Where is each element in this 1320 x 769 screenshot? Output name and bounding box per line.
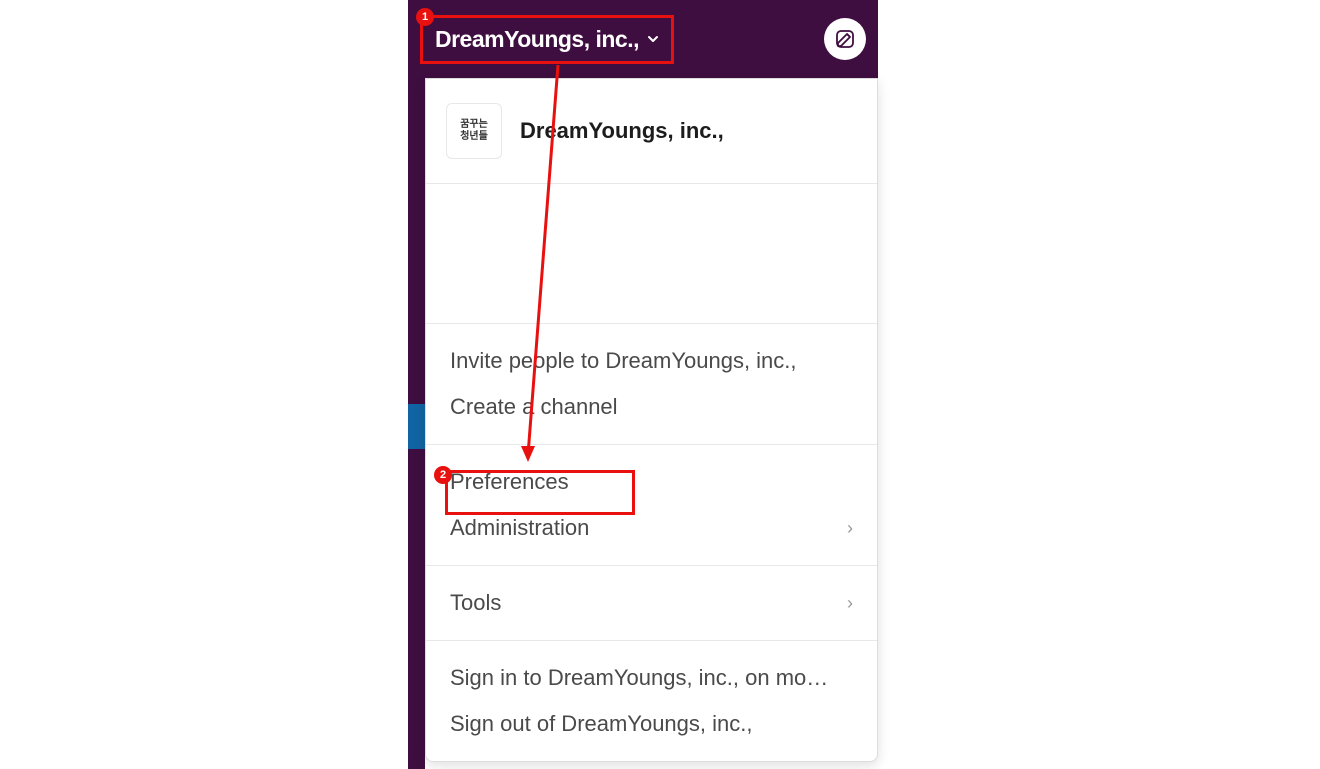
menu-sign-out[interactable]: Sign out of DreamYoungs, inc.,: [426, 701, 877, 747]
workspace-title: DreamYoungs, inc.,: [435, 26, 639, 53]
annotation-badge-1: 1: [416, 8, 434, 26]
menu-item-label: Administration: [450, 515, 589, 541]
sidebar-header: DreamYoungs, inc.,: [408, 0, 878, 78]
dropdown-spacer: [426, 184, 877, 324]
menu-item-label: Tools: [450, 590, 501, 616]
workspace-icon-text: 꿈꾸는 청년들: [460, 119, 488, 143]
annotation-badge-2: 2: [434, 466, 452, 484]
app-container: DreamYoungs, inc., 꿈꾸는 청년들 DreamYoungs, …: [408, 0, 878, 769]
badge-number: 1: [422, 11, 428, 23]
dropdown-group-channels: Invite people to DreamYoungs, inc., Crea…: [426, 324, 877, 445]
dropdown-group-auth: Sign in to DreamYoungs, inc., on mo… Sig…: [426, 641, 877, 761]
dropdown-group-settings: Preferences Administration ›: [426, 445, 877, 566]
dropdown-group-tools: Tools ›: [426, 566, 877, 641]
workspace-name: DreamYoungs, inc.,: [520, 118, 724, 144]
chevron-right-icon: ›: [847, 518, 853, 539]
menu-invite-people[interactable]: Invite people to DreamYoungs, inc.,: [426, 338, 877, 384]
menu-item-label: Create a channel: [450, 394, 618, 420]
menu-sign-in-mobile[interactable]: Sign in to DreamYoungs, inc., on mo…: [426, 655, 877, 701]
workspace-dropdown: 꿈꾸는 청년들 DreamYoungs, inc., Invite people…: [425, 78, 878, 762]
menu-item-label: Preferences: [450, 469, 569, 495]
menu-item-label: Invite people to DreamYoungs, inc.,: [450, 348, 797, 374]
chevron-right-icon: ›: [847, 593, 853, 614]
sidebar-active-indicator: [408, 404, 425, 449]
dropdown-header[interactable]: 꿈꾸는 청년들 DreamYoungs, inc.,: [426, 79, 877, 184]
compose-icon: [835, 29, 855, 49]
badge-number: 2: [440, 469, 446, 481]
menu-item-label: Sign in to DreamYoungs, inc., on mo…: [450, 665, 828, 691]
compose-button[interactable]: [824, 18, 866, 60]
menu-tools[interactable]: Tools ›: [426, 580, 877, 626]
menu-item-label: Sign out of DreamYoungs, inc.,: [450, 711, 752, 737]
menu-administration[interactable]: Administration ›: [426, 505, 877, 551]
workspace-switcher-button[interactable]: DreamYoungs, inc.,: [420, 15, 674, 64]
chevron-down-icon: [647, 33, 659, 45]
workspace-icon: 꿈꾸는 청년들: [446, 103, 502, 159]
menu-preferences[interactable]: Preferences: [426, 459, 877, 505]
menu-create-channel[interactable]: Create a channel: [426, 384, 877, 430]
